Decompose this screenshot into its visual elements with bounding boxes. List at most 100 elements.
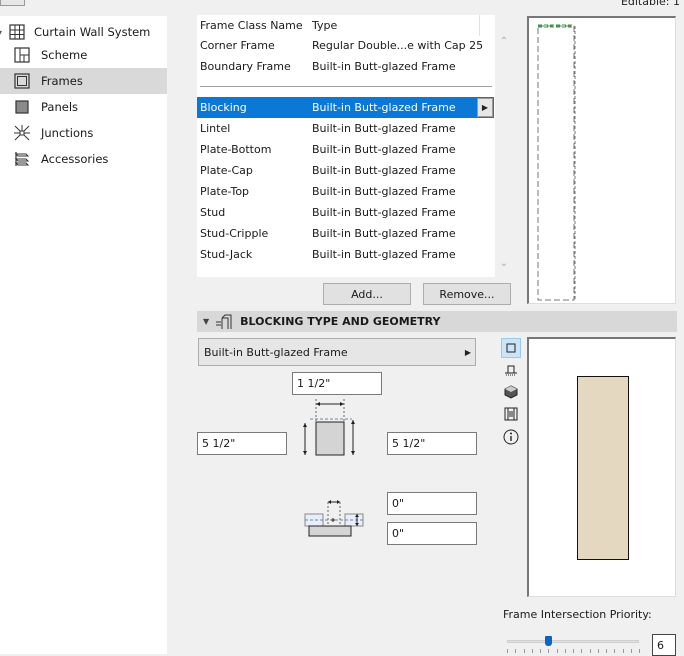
- slider-tick: [548, 649, 550, 653]
- list-row[interactable]: Boundary Frame Built-in Butt-glazed Fram…: [197, 56, 495, 77]
- editable-status: Editable: 1: [620, 0, 680, 8]
- accessories-icon: [14, 152, 30, 166]
- list-row[interactable]: Stud-Jack Built-in Butt-glazed Frame: [197, 244, 495, 265]
- row-type: Built-in Butt-glazed Frame: [312, 122, 456, 135]
- junctions-icon: [14, 125, 30, 141]
- list-row-selected[interactable]: Blocking Built-in Butt-glazed Frame ▶: [197, 97, 494, 118]
- frame-offset2-field[interactable]: 0": [387, 522, 477, 545]
- plan-view-button[interactable]: [501, 338, 521, 358]
- scroll-up-arrow-icon[interactable]: ⌃: [497, 36, 511, 47]
- priority-value-field[interactable]: 6: [652, 634, 676, 656]
- sidebar-item-label: Accessories: [41, 152, 109, 166]
- top-strip: Editable: 1: [0, 0, 684, 14]
- row-type: Built-in Butt-glazed Frame: [312, 206, 456, 219]
- column-header-name[interactable]: Frame Class Name: [200, 19, 303, 32]
- tree-root-label: Curtain Wall System: [34, 25, 151, 39]
- slider-tick: [556, 649, 558, 653]
- type-picker-button[interactable]: ▶: [477, 98, 493, 117]
- row-name: Plate-Bottom: [200, 143, 272, 156]
- list-row[interactable]: Lintel Built-in Butt-glazed Frame: [197, 118, 495, 139]
- frame-depth-right-field[interactable]: 5 1/2": [387, 432, 477, 455]
- slider-tick: [523, 649, 525, 653]
- section-title: BLOCKING TYPE AND GEOMETRY: [240, 315, 441, 328]
- collapse-triangle-icon[interactable]: ▼: [203, 317, 209, 326]
- list-divider: [200, 86, 492, 87]
- slider-tick: [639, 649, 640, 653]
- scheme-icon: [14, 47, 30, 63]
- slider-tick: [540, 649, 541, 653]
- panels-icon: [15, 100, 29, 114]
- info-icon: [503, 429, 519, 445]
- slider-tick: [606, 649, 607, 653]
- row-type: Built-in Butt-glazed Frame: [312, 227, 456, 240]
- tree-root-curtain-wall-system[interactable]: ▾ Curtain Wall System: [0, 20, 167, 44]
- row-name: Plate-Cap: [200, 164, 253, 177]
- slider-tick: [597, 649, 599, 653]
- frame-type-icon: [216, 314, 232, 329]
- info-button[interactable]: [501, 427, 521, 447]
- row-name: Lintel: [200, 122, 231, 135]
- row-name: Blocking: [200, 101, 247, 114]
- section-view-button[interactable]: [501, 404, 521, 424]
- list-row[interactable]: Stud Built-in Butt-glazed Frame: [197, 202, 495, 223]
- row-name: Boundary Frame: [200, 60, 291, 73]
- list-row[interactable]: Plate-Cap Built-in Butt-glazed Frame: [197, 160, 495, 181]
- row-name: Plate-Top: [200, 185, 250, 198]
- sidebar-item-label: Scheme: [41, 48, 88, 62]
- scroll-down-arrow-icon[interactable]: ⌄: [497, 258, 511, 269]
- sidebar-item-label: Frames: [41, 74, 83, 88]
- sidebar-item-panels[interactable]: Panels: [0, 94, 167, 120]
- sidebar-tree: ▾ Curtain Wall System Scheme Frames Pane…: [0, 16, 167, 654]
- grid-icon: [9, 24, 25, 40]
- row-name: Stud-Cripple: [200, 227, 269, 240]
- sidebar-item-label: Junctions: [41, 126, 94, 140]
- frame-section-diagram: [303, 399, 355, 456]
- add-button[interactable]: Add...: [323, 283, 411, 305]
- frame-class-list[interactable]: Frame Class Name Type Corner Frame Regul…: [197, 15, 495, 277]
- slider-tick: [573, 649, 574, 653]
- frame-layout-diagram: [537, 24, 576, 301]
- remove-button[interactable]: Remove...: [423, 283, 511, 305]
- slider-tick: [515, 649, 517, 653]
- list-row[interactable]: Plate-Bottom Built-in Butt-glazed Frame: [197, 139, 495, 160]
- frame-offset-field[interactable]: 0": [387, 492, 477, 515]
- sidebar-item-accessories[interactable]: Accessories: [0, 146, 167, 172]
- slider-thumb[interactable]: [545, 636, 553, 646]
- sidebar-item-frames[interactable]: Frames: [0, 68, 167, 94]
- slider-tick: [581, 649, 583, 653]
- row-type: Built-in Butt-glazed Frame: [312, 60, 456, 73]
- row-type: Built-in Butt-glazed Frame: [312, 101, 456, 114]
- row-name: Stud-Jack: [200, 248, 253, 261]
- 3d-view-button[interactable]: [501, 382, 521, 402]
- column-header-type[interactable]: Type: [312, 19, 337, 32]
- frame-depth-left-field[interactable]: 5 1/2": [197, 432, 287, 455]
- list-row[interactable]: Corner Frame Regular Double...e with Cap…: [197, 35, 495, 56]
- frame-profile-shape: [577, 376, 629, 560]
- priority-slider[interactable]: [505, 636, 641, 654]
- row-type: Built-in Butt-glazed Frame: [312, 248, 456, 261]
- slider-tick: [589, 649, 591, 653]
- frame-width-field[interactable]: 1 1/2": [292, 372, 382, 395]
- list-row[interactable]: Plate-Top Built-in Butt-glazed Frame: [197, 181, 495, 202]
- row-type: Built-in Butt-glazed Frame: [312, 185, 456, 198]
- slider-track: [507, 640, 639, 643]
- profile-preview: [527, 337, 676, 597]
- plan-view-icon: [506, 343, 516, 353]
- slider-tick: [622, 649, 624, 653]
- frame-layout-preview: [527, 16, 676, 304]
- sidebar-item-junctions[interactable]: Junctions: [0, 120, 167, 146]
- column-divider: [479, 15, 480, 36]
- toolbar-icon[interactable]: [0, 0, 25, 6]
- row-type: Built-in Butt-glazed Frame: [312, 164, 456, 177]
- frame-type-selector[interactable]: Built-in Butt-glazed Frame ▶: [198, 338, 476, 366]
- frame-type-label: Built-in Butt-glazed Frame: [204, 345, 348, 359]
- elevation-view-button[interactable]: [501, 360, 521, 380]
- list-row[interactable]: Stud-Cripple Built-in Butt-glazed Frame: [197, 223, 495, 244]
- chevron-down-icon[interactable]: ▾: [0, 28, 6, 37]
- section-view-icon: [504, 407, 518, 421]
- section-header[interactable]: ▼ BLOCKING TYPE AND GEOMETRY: [197, 311, 677, 332]
- chevron-right-icon: ▶: [464, 347, 471, 357]
- sidebar-item-scheme[interactable]: Scheme: [0, 42, 167, 68]
- frames-icon: [14, 73, 30, 89]
- row-type: Regular Double...e with Cap 25: [312, 39, 484, 52]
